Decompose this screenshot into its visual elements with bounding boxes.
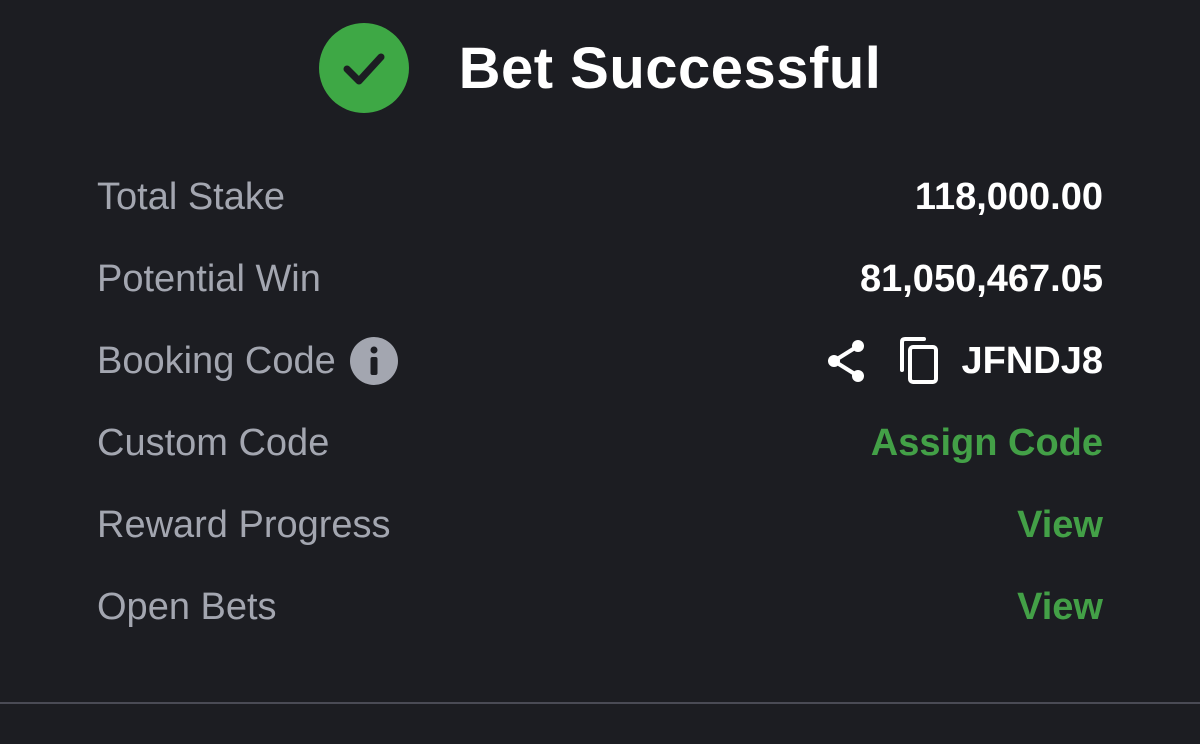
bet-success-panel: Bet Successful Total Stake 118,000.00 Po… xyxy=(0,0,1200,744)
booking-code-value-group: JFNDJ8 xyxy=(824,336,1104,386)
potential-win-value: 81,050,467.05 xyxy=(859,257,1103,300)
open-bets-view-link[interactable]: View xyxy=(1017,586,1103,629)
reward-progress-label: Reward Progress xyxy=(97,503,391,546)
booking-code-row: Booking Code JFNDJ8 xyxy=(97,320,1103,402)
copy-icon[interactable] xyxy=(898,336,940,386)
booking-code-label-group: Booking Code xyxy=(97,337,398,385)
success-header: Bet Successful xyxy=(0,22,1200,114)
total-stake-value: 118,000.00 xyxy=(914,175,1103,218)
bet-summary-list: Total Stake 118,000.00 Potential Win 81,… xyxy=(97,156,1103,648)
check-circle-icon xyxy=(318,23,409,113)
custom-code-row: Custom Code Assign Code xyxy=(97,402,1103,484)
assign-code-link[interactable]: Assign Code xyxy=(871,422,1103,465)
booking-code-value: JFNDJ8 xyxy=(961,339,1104,382)
share-icon[interactable] xyxy=(824,337,868,385)
divider xyxy=(0,702,1200,704)
total-stake-label: Total Stake xyxy=(97,175,285,218)
potential-win-row: Potential Win 81,050,467.05 xyxy=(97,238,1103,320)
reward-progress-view-link[interactable]: View xyxy=(1017,504,1103,547)
page-title: Bet Successful xyxy=(458,35,882,101)
open-bets-label: Open Bets xyxy=(97,585,277,628)
info-icon[interactable] xyxy=(349,337,398,385)
reward-progress-row: Reward Progress View xyxy=(97,484,1103,566)
booking-code-label: Booking Code xyxy=(97,339,336,382)
potential-win-label: Potential Win xyxy=(97,257,321,300)
total-stake-row: Total Stake 118,000.00 xyxy=(97,156,1103,238)
open-bets-row: Open Bets View xyxy=(97,566,1103,648)
custom-code-label: Custom Code xyxy=(97,421,330,464)
